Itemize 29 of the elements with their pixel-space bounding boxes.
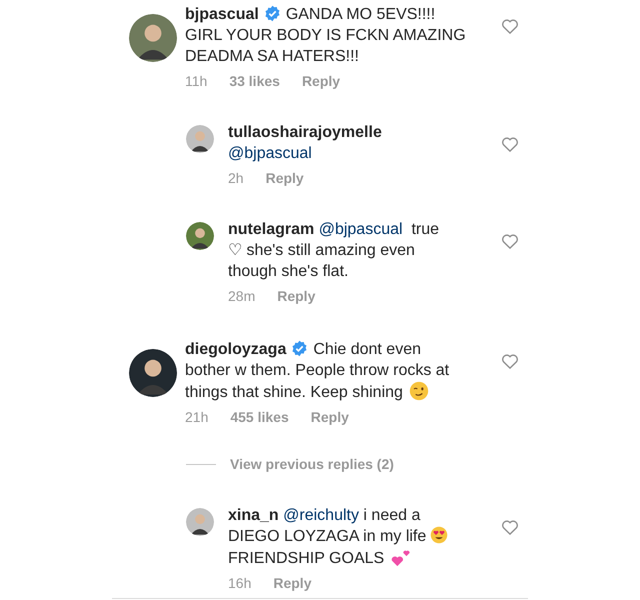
comment-time: 11h	[185, 72, 208, 91]
comment-time: 2h	[228, 169, 244, 188]
like-heart-icon[interactable]	[501, 136, 519, 152]
comment-text: nutelagram @bjpascual true ♡ she's still amazing even though she's flat.	[228, 220, 440, 282]
comment-time: 28m	[228, 287, 256, 306]
username-link[interactable]: bjpascual	[185, 6, 259, 23]
username-link[interactable]: xina_n	[228, 507, 279, 524]
username-link[interactable]: tullaoshairajoymelle	[228, 124, 382, 141]
winking-face-icon	[408, 381, 429, 401]
avatar[interactable]	[129, 349, 177, 397]
like-heart-icon[interactable]	[501, 353, 519, 369]
avatar[interactable]	[186, 508, 214, 536]
comment-text: diegoloyzaga Chie dont even bother w them. People throw rocks at things that shine. Keep shining	[185, 339, 450, 403]
like-heart-icon[interactable]	[501, 18, 519, 34]
avatar[interactable]	[129, 14, 177, 62]
mention-link[interactable]: @bjpascual	[228, 145, 312, 162]
comment-text: xina_n @reichulty i need a DIEGO LOYZAGA in my life FRIENDSHIP GOALS	[228, 505, 450, 569]
like-heart-icon[interactable]	[501, 519, 519, 535]
avatar[interactable]	[186, 125, 214, 153]
avatar[interactable]	[186, 222, 214, 250]
username-link[interactable]: nutelagram	[228, 221, 314, 238]
heart-eyes-face-icon	[430, 526, 448, 544]
mention-link[interactable]: @bjpascual	[318, 221, 403, 238]
like-heart-icon[interactable]	[501, 233, 519, 249]
comment-time: 21h	[185, 408, 208, 427]
comment-time: 16h	[228, 574, 252, 593]
username-link[interactable]: diegoloyzaga	[185, 341, 286, 358]
comment-text: bjpascual GANDA MO 5EVS!!!! GIRL YOUR BODY IS FCKN AMAZING DEADMA SA HATERS!!!	[185, 4, 467, 67]
mention-link[interactable]: @reichulty	[283, 507, 359, 524]
